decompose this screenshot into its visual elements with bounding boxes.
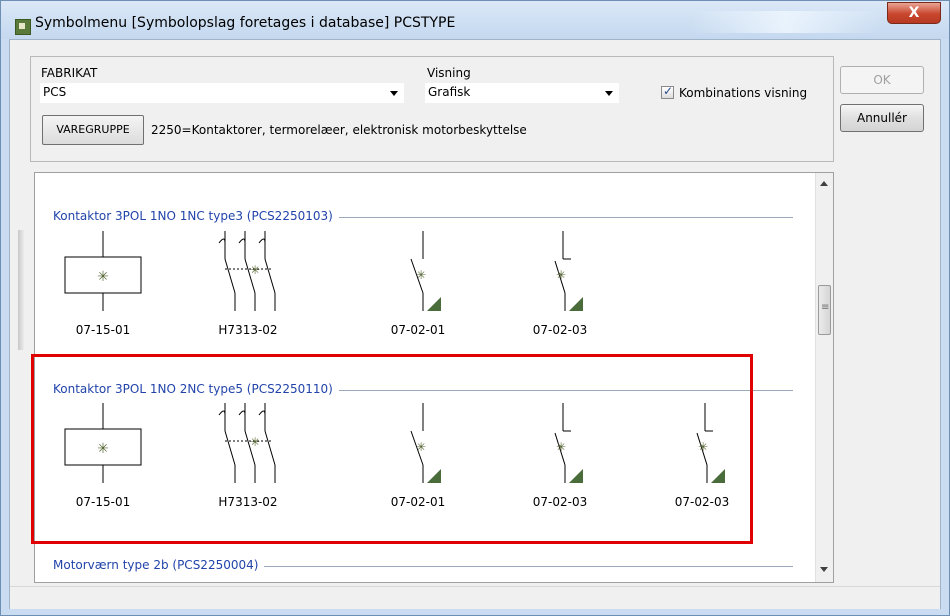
section-title: Motorværn type 2b (PCS2250004) — [53, 558, 265, 572]
symbol-label: 07-15-01 — [75, 323, 131, 337]
svg-text:✳: ✳ — [556, 268, 566, 282]
fabrikat-label: FABRIKAT — [41, 66, 98, 80]
visning-value: Grafisk — [428, 85, 471, 99]
coil-symbol[interactable]: ✳ 07-15-01 — [53, 231, 163, 341]
close-button[interactable]: X — [887, 2, 941, 24]
title-bar-blur — [691, 11, 881, 33]
scroll-up-icon[interactable] — [820, 181, 828, 186]
chevron-down-icon — [605, 91, 613, 96]
varegruppe-button[interactable]: VAREGRUPPE — [42, 115, 144, 145]
svg-text:✳: ✳ — [97, 269, 109, 285]
scroll-thumb[interactable] — [818, 285, 831, 335]
title-bar: Symbolmenu [Symbolopslag foretages i dat… — [1, 1, 949, 39]
svg-text:✳: ✳ — [416, 268, 426, 282]
symbolmenu-window: Symbolmenu [Symbolopslag foretages i dat… — [0, 0, 950, 616]
visning-dropdown[interactable]: Grafisk — [424, 82, 620, 104]
symbol-label: 07-02-01 — [390, 323, 446, 337]
checkmark-icon: ✓ — [663, 84, 674, 98]
ok-button[interactable]: OK — [840, 66, 924, 94]
window-title: Symbolmenu [Symbolopslag foretages i dat… — [35, 15, 456, 31]
visning-label: Visning — [427, 66, 471, 80]
fabrikat-dropdown[interactable]: PCS — [39, 82, 405, 104]
varegruppe-text: 2250=Kontaktorer, termorelæer, elektroni… — [151, 123, 527, 137]
three-pole-contact-symbol[interactable]: ✳ H7313-02 — [195, 231, 305, 341]
no-contact-symbol[interactable]: ✳ 07-02-01 — [365, 231, 475, 341]
symbol-label: H7313-02 — [218, 323, 278, 337]
filter-group: FABRIKAT PCS Visning Grafisk ✓ Kombinati… — [30, 56, 834, 162]
kombination-label: Kombinations visning — [679, 86, 808, 100]
vertical-scrollbar[interactable] — [815, 173, 833, 582]
svg-text:✳: ✳ — [250, 263, 260, 277]
fabrikat-value: PCS — [43, 85, 67, 99]
cancel-button[interactable]: Annullér — [840, 104, 924, 132]
nc-contact-symbol[interactable]: ✳ 07-02-03 — [507, 231, 617, 341]
chevron-down-icon — [390, 91, 398, 96]
scroll-down-icon[interactable] — [820, 567, 828, 572]
kombination-checkbox[interactable]: ✓ — [661, 84, 674, 99]
app-icon — [15, 19, 31, 35]
status-bar — [10, 586, 940, 609]
symbol-label: 07-02-03 — [532, 323, 588, 337]
side-grip — [18, 230, 24, 350]
section-title: Kontaktor 3POL 1NO 1NC type3 (PCS2250103… — [53, 209, 339, 223]
highlight-box — [31, 354, 753, 544]
